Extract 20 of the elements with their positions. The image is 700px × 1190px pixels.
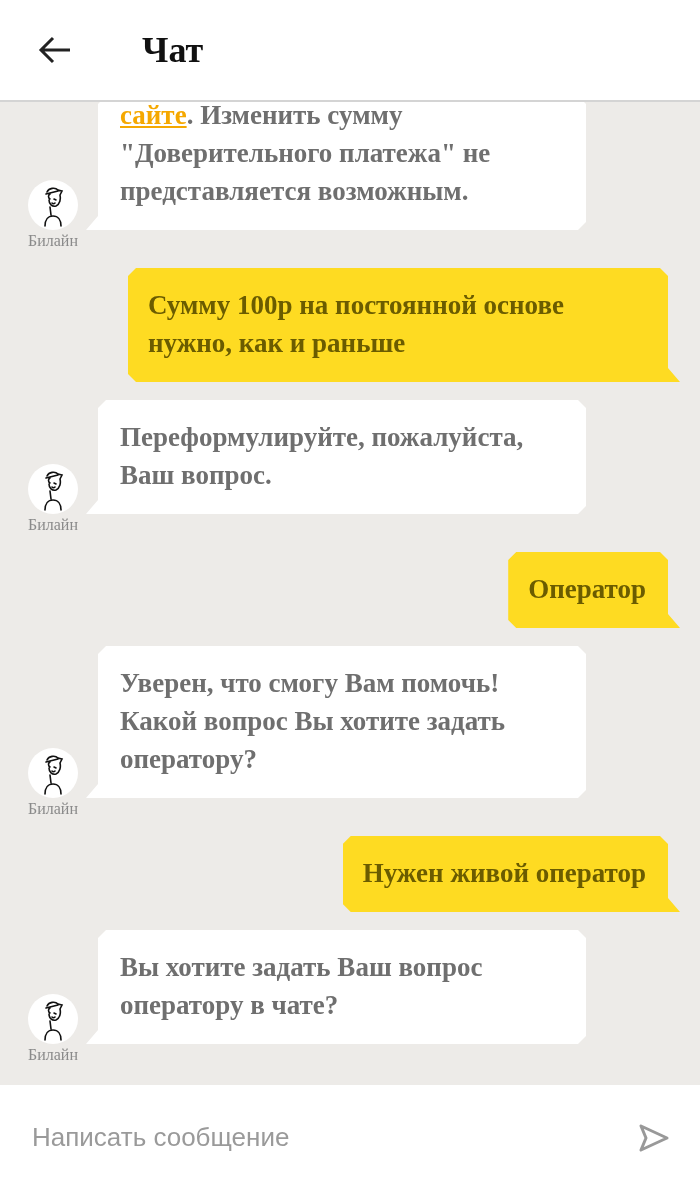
back-arrow-icon [38,36,72,64]
window-title: Чат [142,29,204,71]
avatar-icon [28,180,78,230]
message-text: Вы хотите задать Ваш вопрос оператору в чате? [120,951,484,1022]
message-input[interactable]: Написать сообщение [32,1122,638,1153]
avatar-icon [28,748,78,798]
message-text: Сумму 100р на постоянной основе нужно, как и раньше [148,289,565,360]
avatar-icon [28,464,78,514]
author-label: Билайн [28,800,78,818]
message-text: сайте. Изменить сумму "Доверительного платежа" не представляется возможным. [120,102,492,208]
message-text: Уверен, что смогу Вам помочь! Какой вопрос Вы хотите задать оператору? [120,667,507,776]
message-text: Оператор [528,573,646,606]
site-link[interactable]: сайте [120,102,187,130]
message-text: Переформулируйте, пожалуйста, Ваш вопрос. [120,421,525,492]
author-label: Билайн [28,516,78,534]
send-icon[interactable] [638,1122,670,1153]
author-label: Билайн [28,232,78,250]
message-text: Нужен живой оператор [362,857,646,890]
author-label: Билайн [28,1046,78,1064]
avatar-icon [28,994,78,1044]
